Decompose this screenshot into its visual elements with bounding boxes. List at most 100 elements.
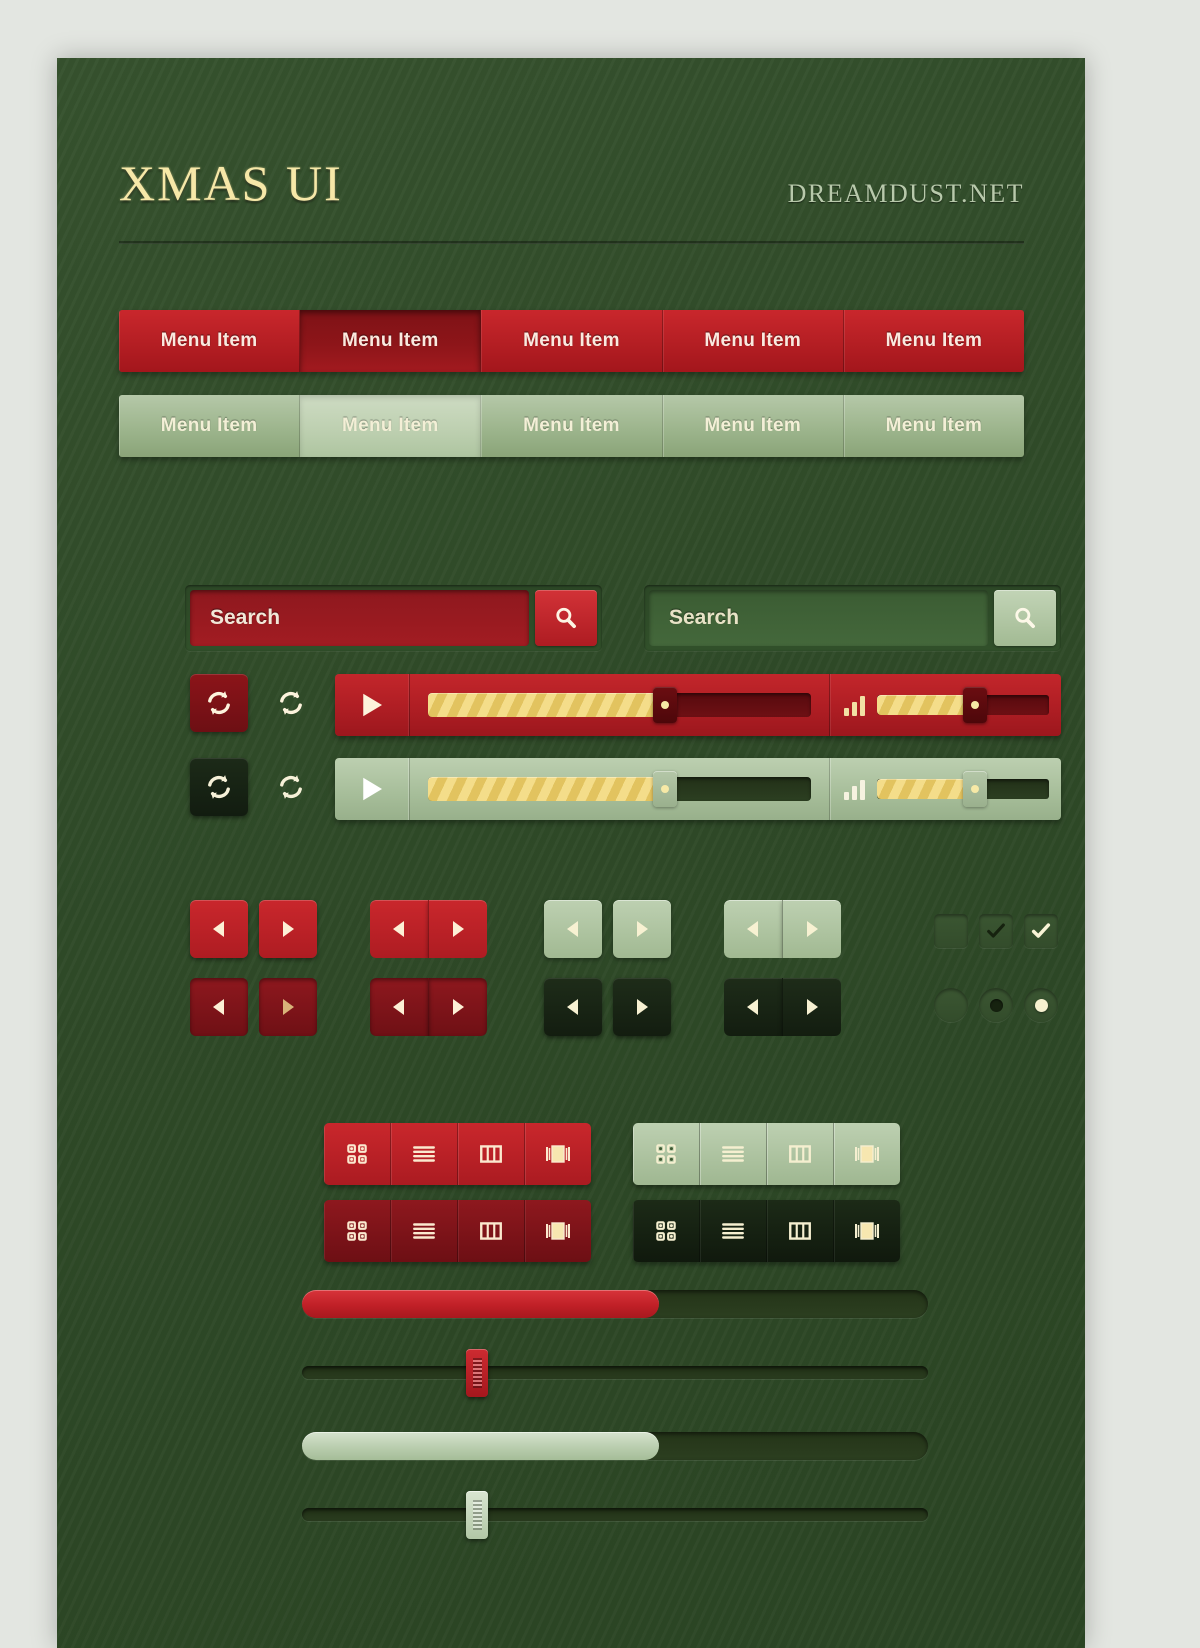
loop-button-red-plain[interactable]	[262, 674, 320, 732]
menu-item-red-2[interactable]: Menu Item	[300, 310, 482, 372]
check-icon	[1031, 923, 1051, 938]
view-button-list[interactable]	[699, 1200, 766, 1262]
slider-grip-icon	[472, 1499, 482, 1530]
arrow-left-button[interactable]	[370, 978, 428, 1036]
loop-button-red-filled[interactable]	[190, 674, 248, 732]
view-button-column[interactable]	[457, 1123, 524, 1185]
search-icon	[1015, 607, 1035, 629]
arrow-right-button[interactable]	[428, 978, 487, 1036]
menu-item-green-3[interactable]: Menu Item	[481, 395, 663, 457]
view-button-column[interactable]	[766, 1123, 833, 1185]
menu-item-green-5[interactable]: Menu Item	[843, 395, 1024, 457]
arrow-right-button[interactable]	[782, 978, 841, 1036]
volume-track-red[interactable]	[877, 687, 1049, 723]
play-button-red[interactable]	[335, 674, 410, 736]
menu-item-green-4[interactable]: Menu Item	[662, 395, 844, 457]
arrow-left-button[interactable]	[370, 900, 428, 958]
view-button-list[interactable]	[699, 1123, 766, 1185]
volume-area-green	[829, 758, 1061, 820]
arrow-left-icon	[213, 921, 224, 937]
seek-knob-green[interactable]	[653, 771, 678, 807]
menu-item-red-5[interactable]: Menu Item	[843, 310, 1024, 372]
loop-icon	[208, 775, 230, 799]
menu-item-green-1[interactable]: Menu Item	[119, 395, 301, 457]
volume-track-green[interactable]	[877, 771, 1049, 807]
arrow-left-button[interactable]	[724, 900, 782, 958]
arrow-left-button[interactable]	[724, 978, 782, 1036]
arrow-left-button[interactable]	[544, 978, 602, 1036]
search-button-red[interactable]	[535, 590, 597, 646]
view-button-grid[interactable]	[324, 1200, 390, 1262]
menubar-red: Menu Item Menu Item Menu Item Menu Item …	[119, 310, 1024, 372]
play-button-green[interactable]	[335, 758, 410, 820]
view-button-grid[interactable]	[324, 1123, 390, 1185]
arrow-right-button[interactable]	[782, 900, 841, 958]
play-icon	[363, 693, 382, 717]
view-button-coverflow[interactable]	[833, 1200, 900, 1262]
radio-unselected[interactable]	[934, 988, 968, 1022]
search-button-green[interactable]	[994, 590, 1056, 646]
slider-grip-icon	[472, 1357, 482, 1388]
check-icon	[987, 923, 1005, 938]
view-button-coverflow[interactable]	[524, 1200, 591, 1262]
arrow-right-button[interactable]	[259, 900, 317, 958]
loop-icon	[208, 691, 230, 715]
search-icon	[556, 607, 576, 629]
slider-handle-light[interactable]	[466, 1490, 489, 1539]
arrow-right-icon	[807, 921, 818, 937]
view-button-coverflow[interactable]	[524, 1123, 591, 1185]
checkbox-checked-light[interactable]	[1024, 914, 1058, 948]
grid-view-icon	[656, 1144, 676, 1164]
arrow-left-icon	[567, 921, 578, 937]
progress-track-red[interactable]	[302, 1290, 928, 1318]
arrow-left-button[interactable]	[544, 900, 602, 958]
arrow-pair-red-pressed-separate	[190, 978, 317, 1036]
menu-item-red-4[interactable]: Menu Item	[662, 310, 844, 372]
volume-knob-green[interactable]	[963, 771, 988, 807]
slider-track-red[interactable]	[302, 1348, 928, 1397]
checkbox-checked-dark[interactable]	[979, 914, 1013, 948]
volume-bars-icon	[844, 778, 865, 800]
seek-track-green[interactable]	[428, 771, 811, 807]
menu-item-red-1[interactable]: Menu Item	[119, 310, 301, 372]
volume-area-red	[829, 674, 1061, 736]
coverflow-view-icon	[855, 1145, 879, 1163]
view-button-column[interactable]	[457, 1200, 524, 1262]
radio-selected-light[interactable]	[1024, 988, 1058, 1022]
radio-selected-dark[interactable]	[979, 988, 1013, 1022]
menubar-green: Menu Item Menu Item Menu Item Menu Item …	[119, 395, 1024, 457]
slider-handle-red[interactable]	[466, 1348, 489, 1397]
checkbox-unchecked[interactable]	[934, 914, 968, 948]
volume-knob-red[interactable]	[963, 687, 988, 723]
loop-button-dark-filled[interactable]	[190, 758, 248, 816]
site-name: DREAMDUST.NET	[787, 179, 1024, 208]
arrow-right-button[interactable]	[259, 978, 317, 1036]
search-input-green[interactable]: Search	[649, 590, 988, 646]
arrow-right-icon	[637, 999, 648, 1015]
seek-area-green	[410, 758, 829, 820]
loop-button-dark-plain[interactable]	[262, 758, 320, 816]
arrow-left-button[interactable]	[190, 900, 248, 958]
view-button-coverflow[interactable]	[833, 1123, 900, 1185]
arrow-left-icon	[393, 999, 404, 1015]
menu-item-red-3[interactable]: Menu Item	[481, 310, 663, 372]
slider-track-light[interactable]	[302, 1490, 928, 1539]
arrow-right-button[interactable]	[613, 900, 671, 958]
seek-knob-red[interactable]	[653, 687, 678, 723]
view-button-column[interactable]	[766, 1200, 833, 1262]
media-player-green	[335, 758, 1061, 820]
arrow-right-button[interactable]	[613, 978, 671, 1036]
arrow-left-icon	[747, 999, 758, 1015]
view-button-grid[interactable]	[633, 1123, 699, 1185]
view-button-list[interactable]	[390, 1123, 457, 1185]
arrow-left-icon	[567, 999, 578, 1015]
view-button-grid[interactable]	[633, 1200, 699, 1262]
view-button-list[interactable]	[390, 1200, 457, 1262]
column-view-icon	[480, 1145, 502, 1163]
seek-track-red[interactable]	[428, 687, 811, 723]
arrow-left-button[interactable]	[190, 978, 248, 1036]
menu-item-green-2[interactable]: Menu Item	[300, 395, 482, 457]
progress-track-green[interactable]	[302, 1432, 928, 1460]
arrow-right-button[interactable]	[428, 900, 487, 958]
search-input-red[interactable]: Search	[190, 590, 529, 646]
